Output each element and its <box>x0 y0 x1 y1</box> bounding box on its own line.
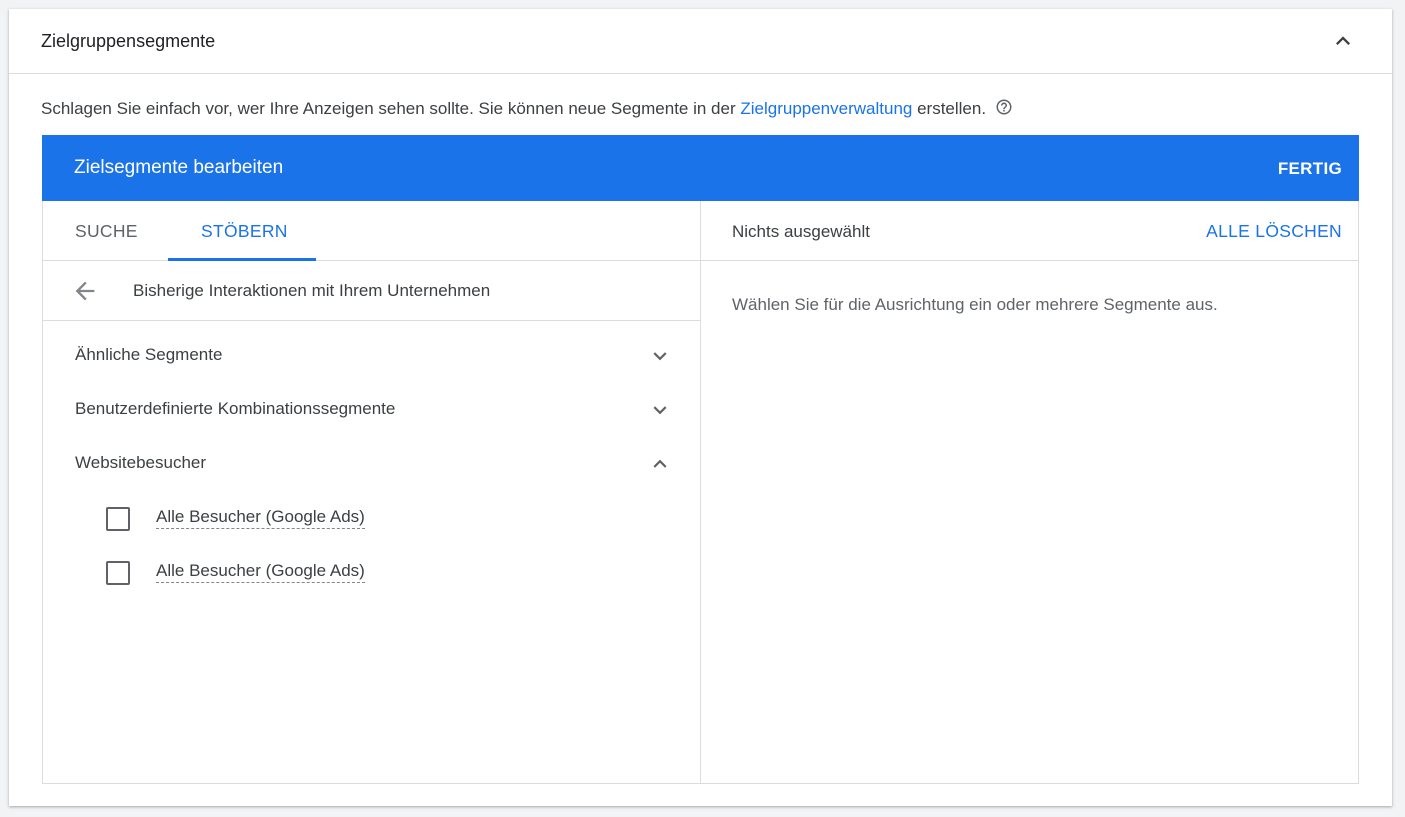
segment-item: Alle Besucher (Google Ads) <box>42 501 700 541</box>
tab-browse[interactable]: STÖBERN <box>201 221 288 242</box>
clear-all-button[interactable]: ALLE LÖSCHEN <box>1206 221 1342 242</box>
segment-item: Alle Besucher (Google Ads) <box>42 555 700 595</box>
segment-checkbox[interactable] <box>106 507 130 531</box>
category-label: Ähnliche Segmente <box>75 345 223 364</box>
breadcrumb: Bisherige Interaktionen mit Ihrem Untern… <box>42 261 700 321</box>
tab-search[interactable]: SUCHE <box>75 221 138 242</box>
segment-label[interactable]: Alle Besucher (Google Ads) <box>156 561 365 583</box>
help-circle-icon[interactable] <box>995 98 1013 116</box>
editor-header-bar: Zielsegmente bearbeiten FERTIG <box>42 135 1359 201</box>
segment-label[interactable]: Alle Besucher (Google Ads) <box>156 507 365 529</box>
editor-title: Zielsegmente bearbeiten <box>74 157 284 178</box>
chevron-up-icon[interactable] <box>647 451 673 477</box>
card-header[interactable]: Zielgruppensegmente <box>9 9 1392 74</box>
category-website-visitors[interactable]: Websitebesucher <box>42 445 700 485</box>
audience-manager-link[interactable]: Zielgruppenverwaltung <box>740 99 912 118</box>
chevron-up-icon[interactable] <box>1329 27 1357 55</box>
tab-bar: SUCHE STÖBERN <box>42 201 700 261</box>
empty-selection-message: Wählen Sie für die Ausrichtung ein oder … <box>732 295 1218 314</box>
chevron-down-icon[interactable] <box>647 343 673 369</box>
category-custom-combination-segments[interactable]: Benutzerdefinierte Kombinationssegmente <box>42 391 700 431</box>
browse-pane: SUCHE STÖBERN Bisherige Interaktionen mi… <box>42 201 701 784</box>
breadcrumb-label: Bisherige Interaktionen mit Ihrem Untern… <box>133 281 491 300</box>
description-suffix: erstellen. <box>912 99 987 118</box>
chevron-down-icon[interactable] <box>647 397 673 423</box>
selection-pane: Nichts ausgewählt ALLE LÖSCHEN Wählen Si… <box>701 201 1359 784</box>
selection-status: Nichts ausgewählt <box>732 222 870 241</box>
done-button[interactable]: FERTIG <box>1278 159 1342 179</box>
description-text: Schlagen Sie einfach vor, wer Ihre Anzei… <box>41 98 1013 119</box>
category-similar-segments[interactable]: Ähnliche Segmente <box>42 337 700 377</box>
card-title: Zielgruppensegmente <box>41 31 216 51</box>
category-label: Websitebesucher <box>75 453 207 472</box>
segment-checkbox[interactable] <box>106 561 130 585</box>
selection-header: Nichts ausgewählt ALLE LÖSCHEN <box>701 201 1359 261</box>
description-prefix: Schlagen Sie einfach vor, wer Ihre Anzei… <box>41 99 741 118</box>
audience-segments-card: Zielgruppensegmente Schlagen Sie einfach… <box>9 9 1392 806</box>
arrow-back-icon[interactable] <box>71 277 99 305</box>
category-label: Benutzerdefinierte Kombinationssegmente <box>75 399 396 418</box>
